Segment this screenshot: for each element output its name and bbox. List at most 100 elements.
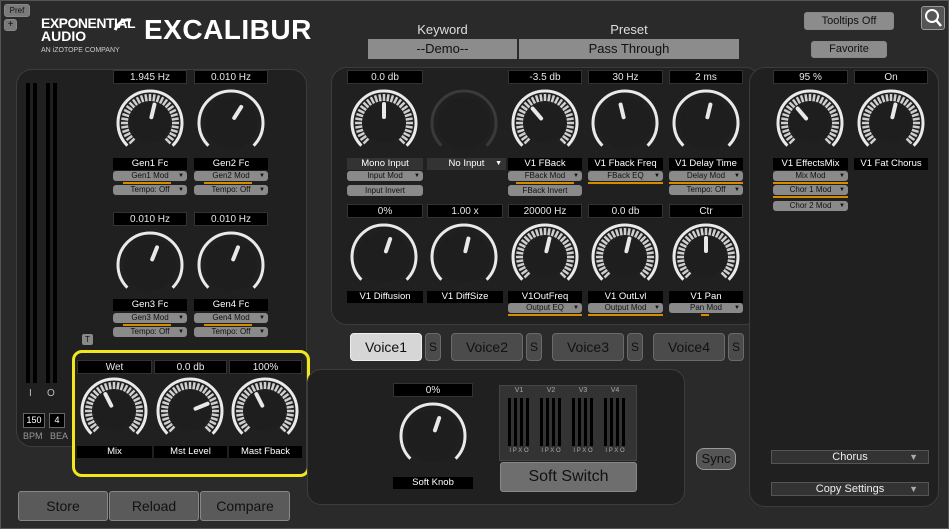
channel-label: V4 [610,387,620,394]
chevron-down-icon: ▼ [734,187,740,193]
input-mod-select[interactable]: Input Mod ▼ [347,171,423,181]
v1-diffsize-knob[interactable] [428,221,500,293]
input-knob[interactable] [348,87,420,159]
chevron-down-icon: ▼ [259,173,265,179]
search-button[interactable] [921,6,945,30]
input-invert-button[interactable]: Input Invert [347,185,423,196]
chor2-mod-label: Chor 2 Mod [789,201,832,210]
channel-bar [616,398,619,446]
voice3-solo-button[interactable]: S [627,333,643,361]
meter-o-label: O [47,388,55,399]
v1-fat-chorus-knob[interactable] [855,87,927,159]
keyword-select[interactable]: --Demo-- [368,39,517,59]
v1-effectsmix-knob[interactable] [774,87,846,159]
beat-field[interactable]: 4 [49,413,65,428]
delay-tempo-select[interactable]: Tempo: Off ▼ [669,185,743,195]
fback-invert-button[interactable]: FBack Invert [508,185,582,196]
effect-type-select[interactable]: Chorus ▼ [771,450,929,464]
reload-button[interactable]: Reload [109,491,199,521]
gen3-knob[interactable] [114,229,186,301]
v1-diffsize-readout: 1.00 x [427,204,503,218]
fback-eq-select[interactable]: FBack EQ ▼ [588,171,663,181]
gen1-knob[interactable] [114,87,186,159]
soft-switch-button[interactable]: Soft Switch [500,462,637,492]
no-input-select[interactable]: No Input ▼ [427,158,506,170]
gen4-mod-select[interactable]: Gen4 Mod ▼ [194,313,268,323]
mix-mod-select[interactable]: Mix Mod ▼ [773,171,848,181]
voice3-button[interactable]: Voice3 [552,333,624,361]
gen2-readout: 0.010 Hz [194,70,268,84]
pref-button[interactable]: Pref [4,4,30,17]
channel-bar [520,398,523,446]
gen1-readout: 1.945 Hz [113,70,187,84]
knob-graphic [591,89,659,149]
preset-select[interactable]: Pass Through [519,39,739,59]
sync-button[interactable]: Sync [696,448,736,470]
channel-bar [558,398,561,446]
chevron-down-icon: ▼ [573,305,579,311]
gen2-knob[interactable] [195,87,267,159]
gen3-label: Gen3 Fc [113,299,187,311]
soft-knob[interactable] [397,400,469,472]
knob-graphic [350,89,418,147]
channel-bar [546,398,549,446]
knob-graphic [350,223,418,283]
voice2-button[interactable]: Voice2 [451,333,523,361]
voice2-solo-button[interactable]: S [526,333,542,361]
voice1-solo-button[interactable]: S [425,333,441,361]
chor2-mod-select[interactable]: Chor 2 Mod ▼ [773,201,848,211]
output-meter [46,83,50,383]
delay-mod-select[interactable]: Delay Mod ▼ [669,171,743,181]
mix-knob[interactable] [78,375,150,447]
favorite-button[interactable]: Favorite [811,41,887,58]
bpm-field[interactable]: 150 [23,413,45,428]
mst-fback-knob[interactable] [229,375,301,447]
tooltips-button[interactable]: Tooltips Off [804,12,894,30]
input-readout: 0.0 db [347,70,423,84]
gen3-mod-label: Gen3 Mod [131,313,169,322]
v1-outfreq-knob[interactable] [509,221,581,293]
gen4-knob[interactable] [195,229,267,301]
chor1-mod-label: Chor 1 Mod [789,185,832,194]
output-mod-select[interactable]: Output Mod ▼ [588,303,663,313]
v1-fat-chorus-label: V1 Fat Chorus [854,158,928,170]
tempo-t-button[interactable]: T [82,334,93,345]
soft-knob-readout: 0% [393,383,473,397]
gen2-mod-select[interactable]: Gen2 Mod ▼ [194,171,268,181]
gen3-tempo-select[interactable]: Tempo: Off ▼ [113,327,187,337]
copy-settings-select[interactable]: Copy Settings ▼ [771,482,929,496]
no-input-knob[interactable] [428,87,500,159]
chevron-down-icon: ▼ [259,315,265,321]
output-eq-select[interactable]: Output EQ ▼ [508,303,582,313]
v1-outlvl-knob[interactable] [589,221,661,293]
gen1-label: Gen1 Fc [113,158,187,170]
v1-delay-knob[interactable] [670,87,742,159]
gen2-tempo-select[interactable]: Tempo: Off ▼ [194,185,268,195]
v1-diffusion-readout: 0% [347,204,423,218]
mst-level-knob[interactable] [154,375,226,447]
compare-button[interactable]: Compare [200,491,290,521]
v1-fback-knob[interactable] [509,87,581,159]
chor1-mod-indicator [773,196,848,198]
gen3-mod-indicator [123,324,171,326]
store-button[interactable]: Store [18,491,108,521]
v1-fat-chorus-readout: On [854,70,928,84]
gen4-tempo-select[interactable]: Tempo: Off ▼ [194,327,268,337]
pan-mod-select[interactable]: Pan Mod ▼ [669,303,743,313]
input-label[interactable]: Mono Input [347,158,423,170]
gen1-mod-select[interactable]: Gen1 Mod ▼ [113,171,187,181]
voice4-solo-button[interactable]: S [728,333,744,361]
chor1-mod-select[interactable]: Chor 1 Mod ▼ [773,185,848,195]
knob-graphic [511,223,579,281]
add-button[interactable]: + [4,19,17,31]
v1-fback-mod-select[interactable]: FBack Mod ▼ [508,171,582,181]
channel-ipxo-label: I P X O [509,448,529,454]
gen1-tempo-select[interactable]: Tempo: Off ▼ [113,185,187,195]
gen3-mod-select[interactable]: Gen3 Mod ▼ [113,313,187,323]
voice1-button[interactable]: Voice1 [350,333,422,361]
voice4-button[interactable]: Voice4 [653,333,725,361]
v1-diffusion-knob[interactable] [348,221,420,293]
v1-fback-freq-knob[interactable] [589,87,661,159]
channel-bar [572,398,575,446]
v1-pan-knob[interactable] [670,221,742,293]
